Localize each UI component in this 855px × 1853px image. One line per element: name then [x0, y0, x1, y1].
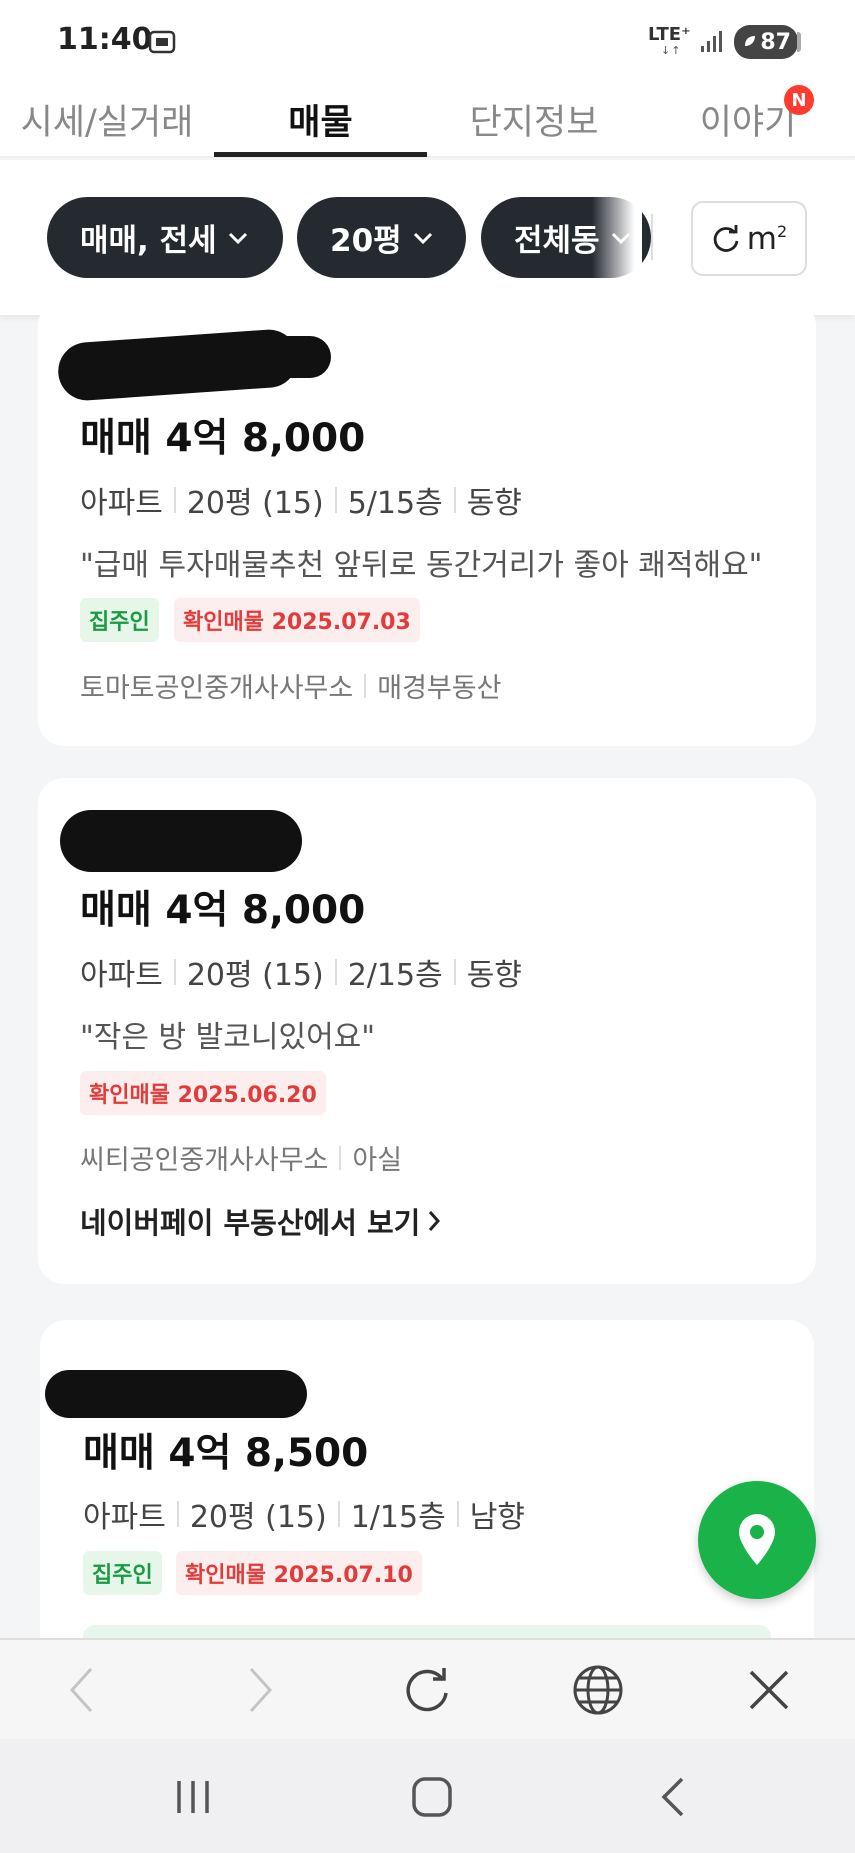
- listing-specs: 아파트 20평 (15) 2/15층 동향: [80, 958, 522, 993]
- network-arrows: ↓↑: [661, 44, 682, 57]
- globe-icon: [573, 1665, 623, 1715]
- refresh-icon: [713, 224, 739, 252]
- listing-specs: 아파트 20평 (15) 1/15층 남향: [83, 1500, 525, 1535]
- reload-icon: [406, 1668, 448, 1712]
- owner-tag: 집주인: [80, 598, 159, 642]
- verified-listing-tag: 확인매물 2025.07.03: [174, 598, 420, 642]
- map-view-button[interactable]: [698, 1481, 816, 1599]
- redacted-name: [60, 810, 302, 872]
- listing-price: 매매 4억 8,000: [80, 888, 366, 933]
- listing-card[interactable]: 매매 4억 8,000 아파트 20평 (15) 2/15층 동향 "작은 방 …: [38, 778, 816, 1284]
- listing-agency: 씨티공인중개사사무소 아실: [80, 1145, 403, 1176]
- building-filter-label: 전체동: [514, 223, 600, 259]
- screenshot-icon: [148, 30, 176, 54]
- new-badge: N: [784, 85, 814, 115]
- browser-reload-button[interactable]: [397, 1660, 457, 1720]
- forward-icon: [249, 1667, 273, 1713]
- verified-listing-tag: 확인매물 2025.07.10: [176, 1551, 422, 1595]
- size-filter-label: 20평: [330, 223, 402, 259]
- status-time: 11:40: [57, 22, 153, 57]
- tab-listings[interactable]: 매물: [214, 80, 427, 158]
- trade-type-filter[interactable]: 매매, 전세: [47, 197, 283, 278]
- network-type: LTE⁺: [648, 24, 691, 45]
- naver-pay-link[interactable]: 네이버페이 부동산에서 보기: [80, 1200, 441, 1242]
- redacted-name: [213, 336, 331, 378]
- battery-saver-icon: [745, 36, 755, 46]
- listing-price: 매매 4억 8,500: [83, 1431, 369, 1476]
- size-filter[interactable]: 20평: [297, 197, 466, 278]
- listing-specs: 아파트 20평 (15) 5/15층 동향: [80, 486, 522, 521]
- signal-icon: [701, 31, 722, 52]
- status-bar: 11:40 LTE⁺ ↓↑ 87: [0, 0, 855, 80]
- nav-back-button[interactable]: [643, 1769, 703, 1825]
- listing-card[interactable]: 매매 4억 8,000 아파트 20평 (15) 5/15층 동향 "급매 투자…: [38, 300, 816, 746]
- verified-listing-tag: 확인매물 2025.06.20: [80, 1071, 326, 1115]
- tab-complex-info[interactable]: 단지정보: [427, 80, 641, 158]
- tab-stories[interactable]: 이야기: [641, 80, 855, 158]
- nav-back-icon: [661, 1777, 684, 1817]
- owner-tag: 집주인: [83, 1551, 162, 1595]
- chevron-right-icon: [429, 1211, 441, 1231]
- listing-description: "급매 투자매물추천 앞뒤로 동간거리가 좋아 쾌적해요": [80, 548, 763, 583]
- tab-price-history[interactable]: 시세/실거래: [0, 80, 214, 158]
- browser-close-button[interactable]: [739, 1660, 799, 1720]
- chip-scroll-fade: [592, 197, 642, 278]
- unit-label: m2: [746, 220, 788, 257]
- home-button[interactable]: [402, 1769, 462, 1825]
- location-pin-icon: [739, 1514, 775, 1565]
- browser-forward-button[interactable]: [230, 1660, 290, 1720]
- battery-tip: [797, 32, 801, 52]
- active-tab-indicator: [214, 152, 427, 157]
- area-unit-toggle[interactable]: m2: [691, 201, 807, 276]
- battery-level: 87: [760, 29, 791, 55]
- listing-description: "작은 방 발코니있어요": [80, 1020, 376, 1055]
- browser-back-button[interactable]: [52, 1660, 112, 1720]
- recents-button[interactable]: [163, 1769, 223, 1825]
- filter-divider: [651, 214, 653, 260]
- chevron-down-icon: [413, 232, 432, 244]
- filter-bar: 매매, 전세 20평 전체동 m2: [0, 160, 855, 315]
- browser-language-button[interactable]: [568, 1660, 628, 1720]
- close-icon: [749, 1670, 789, 1710]
- trade-type-filter-label: 매매, 전세: [80, 223, 217, 259]
- tab-bar: 시세/실거래 매물 단지정보 이야기: [0, 80, 855, 158]
- recents-icon: [177, 1781, 209, 1813]
- back-icon: [69, 1667, 93, 1713]
- chevron-down-icon: [228, 232, 247, 244]
- system-nav-bar: [0, 1739, 855, 1853]
- browser-toolbar: [0, 1638, 855, 1739]
- battery-indicator: 87: [734, 25, 798, 59]
- listing-price: 매매 4억 8,000: [80, 416, 366, 461]
- listing-agency: 토마토공인중개사사무소 매경부동산: [80, 673, 502, 704]
- home-icon: [412, 1777, 452, 1817]
- redacted-name: [45, 1370, 307, 1418]
